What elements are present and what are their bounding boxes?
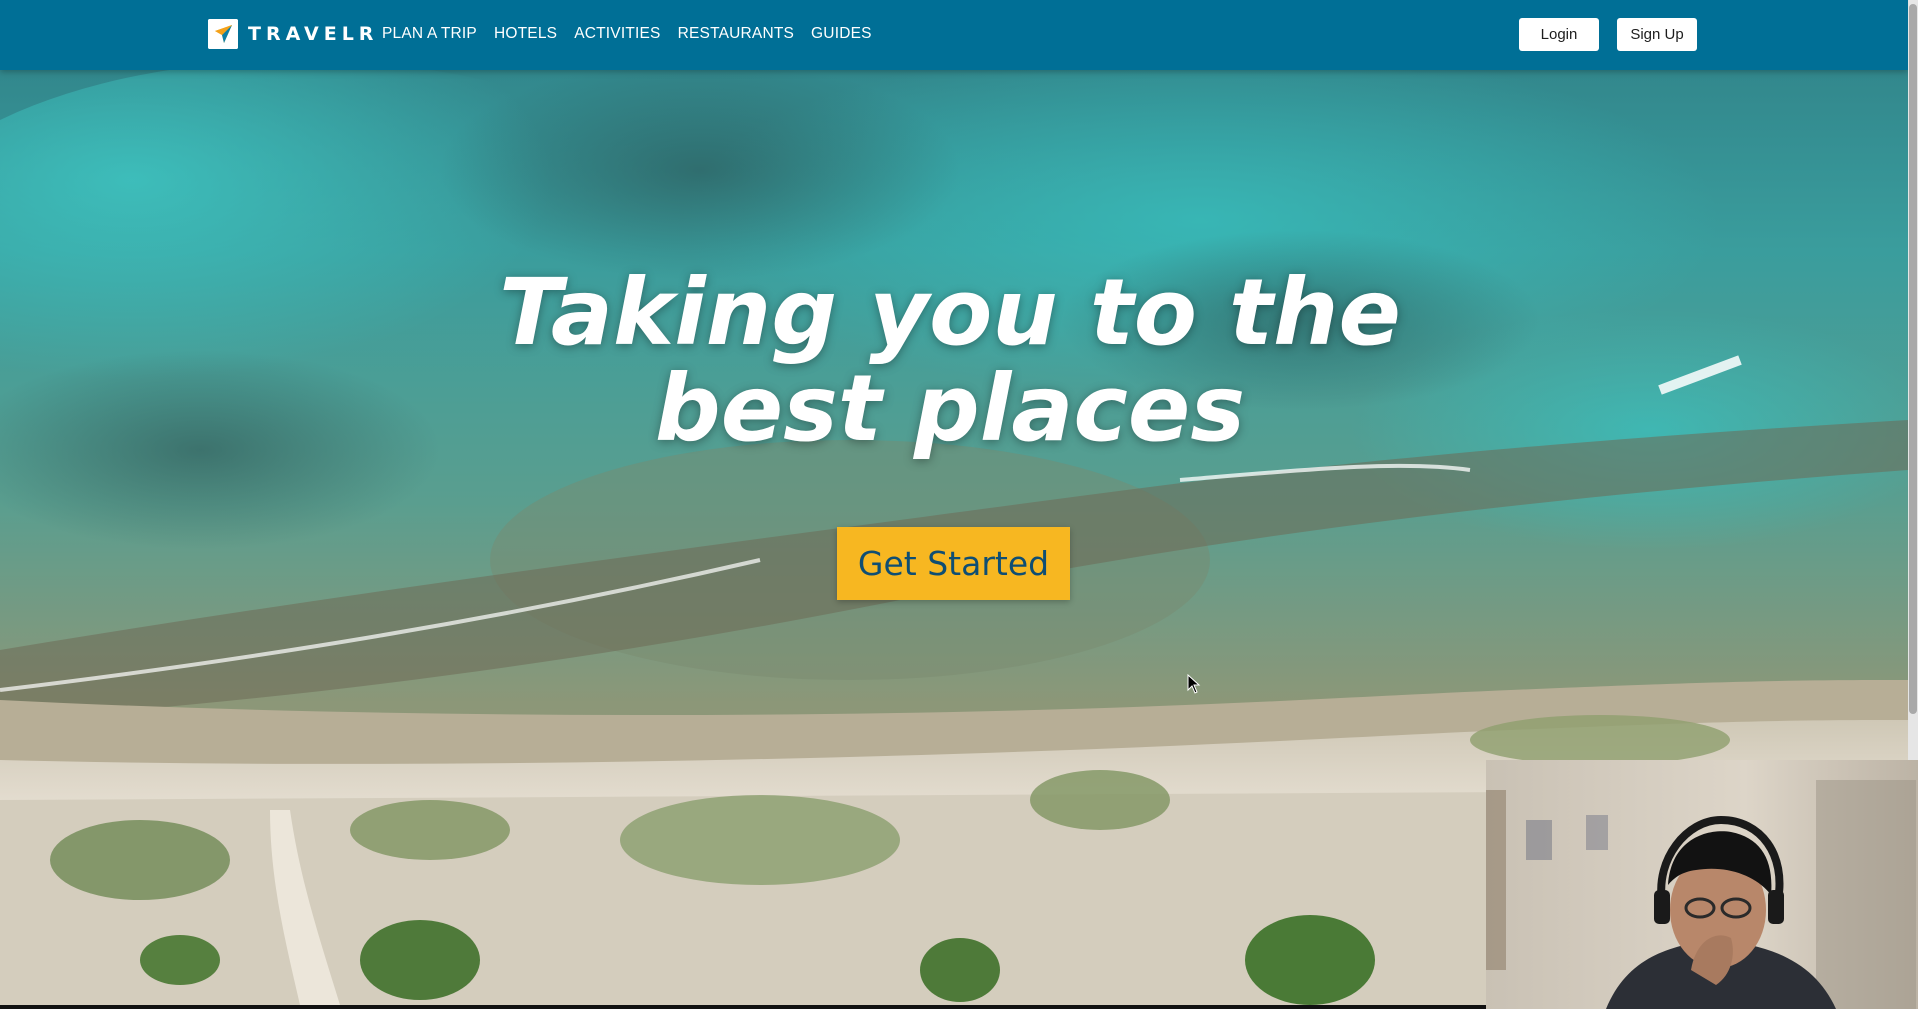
paper-plane-logo-icon (208, 19, 238, 49)
webcam-overlay (1486, 760, 1918, 1009)
hero-title-line-1: Taking you to the (499, 259, 1401, 366)
nav-link-activities[interactable]: ACTIVITIES (574, 22, 660, 46)
nav-link-hotels[interactable]: HOTELS (494, 22, 557, 46)
scrollbar-thumb[interactable] (1909, 4, 1917, 714)
brand-name: TRAVELR (248, 23, 379, 45)
login-button[interactable]: Login (1519, 18, 1599, 51)
nav-link-guides[interactable]: GUIDES (811, 22, 872, 46)
screen: TRAVELR PLAN A TRIP HOTELS ACTIVITIES RE… (0, 0, 1918, 1009)
hero-title: Taking you to the best places (450, 265, 1450, 457)
nav-link-restaurants[interactable]: RESTAURANTS (678, 22, 794, 46)
main-nav: PLAN A TRIP HOTELS ACTIVITIES RESTAURANT… (382, 22, 872, 46)
get-started-button[interactable]: Get Started (837, 527, 1070, 600)
brand-logo-link[interactable]: TRAVELR (208, 19, 378, 49)
mouse-pointer-icon (1187, 674, 1201, 694)
nav-link-plan-a-trip[interactable]: PLAN A TRIP (382, 22, 477, 46)
top-navbar: TRAVELR PLAN A TRIP HOTELS ACTIVITIES RE… (0, 0, 1908, 70)
presenter-webcam-feed (1486, 760, 1918, 1009)
sign-up-button[interactable]: Sign Up (1617, 18, 1697, 51)
hero-title-line-2: best places (654, 355, 1246, 462)
